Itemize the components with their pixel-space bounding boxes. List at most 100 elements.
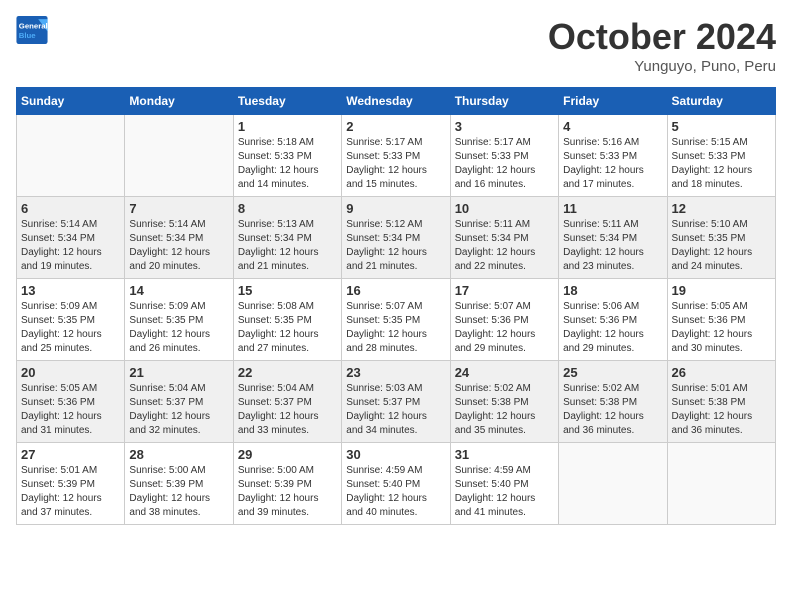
day-info: Sunrise: 5:05 AMSunset: 5:36 PMDaylight:…	[21, 382, 120, 438]
svg-text:Blue: Blue	[19, 31, 37, 40]
day-info: Sunrise: 5:11 AMSunset: 5:34 PMDaylight:…	[455, 218, 554, 274]
day-number: 29	[238, 447, 337, 462]
calendar-day-cell: 26Sunrise: 5:01 AMSunset: 5:38 PMDayligh…	[667, 361, 775, 443]
calendar-header-row: SundayMondayTuesdayWednesdayThursdayFrid…	[17, 88, 776, 115]
day-info: Sunrise: 5:10 AMSunset: 5:35 PMDaylight:…	[672, 218, 771, 274]
day-number: 16	[346, 283, 445, 298]
calendar-day-cell: 31Sunrise: 4:59 AMSunset: 5:40 PMDayligh…	[450, 443, 558, 525]
day-info: Sunrise: 5:02 AMSunset: 5:38 PMDaylight:…	[563, 382, 662, 438]
day-number: 6	[21, 201, 120, 216]
day-number: 4	[563, 119, 662, 134]
logo: General Blue	[16, 16, 48, 44]
calendar-table: SundayMondayTuesdayWednesdayThursdayFrid…	[16, 87, 776, 525]
day-info: Sunrise: 5:16 AMSunset: 5:33 PMDaylight:…	[563, 136, 662, 192]
location: Yunguyo, Puno, Peru	[548, 58, 776, 75]
day-info: Sunrise: 5:00 AMSunset: 5:39 PMDaylight:…	[129, 464, 228, 520]
day-number: 28	[129, 447, 228, 462]
day-info: Sunrise: 5:06 AMSunset: 5:36 PMDaylight:…	[563, 300, 662, 356]
day-number: 22	[238, 365, 337, 380]
calendar-day-cell: 30Sunrise: 4:59 AMSunset: 5:40 PMDayligh…	[342, 443, 450, 525]
day-number: 10	[455, 201, 554, 216]
day-number: 12	[672, 201, 771, 216]
calendar-day-cell	[125, 115, 233, 197]
day-info: Sunrise: 5:01 AMSunset: 5:39 PMDaylight:…	[21, 464, 120, 520]
calendar-day-cell	[559, 443, 667, 525]
weekday-header: Saturday	[667, 88, 775, 115]
day-info: Sunrise: 5:08 AMSunset: 5:35 PMDaylight:…	[238, 300, 337, 356]
calendar-day-cell: 25 Sunrise: 5:02 AMSunset: 5:38 PMDayligh…	[559, 361, 667, 443]
calendar-day-cell: 27 Sunrise: 5:01 AMSunset: 5:39 PMDayligh…	[17, 443, 125, 525]
day-info: Sunrise: 5:12 AMSunset: 5:34 PMDaylight:…	[346, 218, 445, 274]
page-header: General Blue October 2024 Yunguyo, Puno,…	[16, 16, 776, 75]
day-number: 1	[238, 119, 337, 134]
day-info: Sunrise: 5:15 AMSunset: 5:33 PMDaylight:…	[672, 136, 771, 192]
day-info: Sunrise: 5:14 AMSunset: 5:34 PMDaylight:…	[129, 218, 228, 274]
day-number: 17	[455, 283, 554, 298]
day-info: Sunrise: 5:17 AMSunset: 5:33 PMDaylight:…	[455, 136, 554, 192]
weekday-header: Thursday	[450, 88, 558, 115]
weekday-header: Monday	[125, 88, 233, 115]
calendar-day-cell: 21 Sunrise: 5:04 AMSunset: 5:37 PMDayligh…	[125, 361, 233, 443]
weekday-header: Friday	[559, 88, 667, 115]
calendar-day-cell: 16 Sunrise: 5:07 AMSunset: 5:35 PMDayligh…	[342, 279, 450, 361]
day-number: 26	[672, 365, 771, 380]
calendar-day-cell: 23 Sunrise: 5:03 AMSunset: 5:37 PMDayligh…	[342, 361, 450, 443]
day-number: 27	[21, 447, 120, 462]
day-info: Sunrise: 5:11 AMSunset: 5:34 PMDaylight:…	[563, 218, 662, 274]
calendar-day-cell: 28 Sunrise: 5:00 AMSunset: 5:39 PMDayligh…	[125, 443, 233, 525]
day-number: 11	[563, 201, 662, 216]
day-info: Sunrise: 5:00 AMSunset: 5:39 PMDaylight:…	[238, 464, 337, 520]
day-number: 31	[455, 447, 554, 462]
calendar-week-row: 13 Sunrise: 5:09 AMSunset: 5:35 PMDayligh…	[17, 279, 776, 361]
calendar-day-cell: 10 Sunrise: 5:11 AMSunset: 5:34 PMDayligh…	[450, 197, 558, 279]
calendar-week-row: 27 Sunrise: 5:01 AMSunset: 5:39 PMDayligh…	[17, 443, 776, 525]
calendar-week-row: 6 Sunrise: 5:14 AMSunset: 5:34 PMDaylight…	[17, 197, 776, 279]
weekday-header: Sunday	[17, 88, 125, 115]
calendar-day-cell: 17Sunrise: 5:07 AMSunset: 5:36 PMDayligh…	[450, 279, 558, 361]
day-info: Sunrise: 5:07 AMSunset: 5:35 PMDaylight:…	[346, 300, 445, 356]
calendar-day-cell: 8 Sunrise: 5:13 AMSunset: 5:34 PMDaylight…	[233, 197, 341, 279]
calendar-day-cell: 18 Sunrise: 5:06 AMSunset: 5:36 PMDayligh…	[559, 279, 667, 361]
calendar-day-cell	[667, 443, 775, 525]
calendar-day-cell: 7 Sunrise: 5:14 AMSunset: 5:34 PMDaylight…	[125, 197, 233, 279]
calendar-day-cell: 20 Sunrise: 5:05 AMSunset: 5:36 PMDayligh…	[17, 361, 125, 443]
weekday-header: Wednesday	[342, 88, 450, 115]
day-number: 14	[129, 283, 228, 298]
day-number: 18	[563, 283, 662, 298]
calendar-day-cell: 12 Sunrise: 5:10 AMSunset: 5:35 PMDayligh…	[667, 197, 775, 279]
calendar-day-cell: 22 Sunrise: 5:04 AMSunset: 5:37 PMDayligh…	[233, 361, 341, 443]
day-info: Sunrise: 5:05 AMSunset: 5:36 PMDaylight:…	[672, 300, 771, 356]
day-info: Sunrise: 5:09 AMSunset: 5:35 PMDaylight:…	[129, 300, 228, 356]
day-number: 8	[238, 201, 337, 216]
day-info: Sunrise: 5:14 AMSunset: 5:34 PMDaylight:…	[21, 218, 120, 274]
day-number: 30	[346, 447, 445, 462]
day-number: 7	[129, 201, 228, 216]
day-info: Sunrise: 5:04 AMSunset: 5:37 PMDaylight:…	[238, 382, 337, 438]
day-number: 2	[346, 119, 445, 134]
day-info: Sunrise: 5:18 AMSunset: 5:33 PMDaylight:…	[238, 136, 337, 192]
day-number: 20	[21, 365, 120, 380]
day-number: 13	[21, 283, 120, 298]
calendar-day-cell: 24Sunrise: 5:02 AMSunset: 5:38 PMDayligh…	[450, 361, 558, 443]
svg-text:General: General	[19, 21, 48, 30]
day-number: 9	[346, 201, 445, 216]
title-block: October 2024 Yunguyo, Puno, Peru	[548, 16, 776, 75]
calendar-day-cell: 11 Sunrise: 5:11 AMSunset: 5:34 PMDayligh…	[559, 197, 667, 279]
day-info: Sunrise: 5:04 AMSunset: 5:37 PMDaylight:…	[129, 382, 228, 438]
calendar-day-cell: 29 Sunrise: 5:00 AMSunset: 5:39 PMDayligh…	[233, 443, 341, 525]
day-info: Sunrise: 5:13 AMSunset: 5:34 PMDaylight:…	[238, 218, 337, 274]
month-title: October 2024	[548, 16, 776, 58]
calendar-day-cell: 13Sunrise: 5:09 AMSunset: 5:35 PMDayligh…	[17, 279, 125, 361]
day-number: 19	[672, 283, 771, 298]
calendar-week-row: 1 Sunrise: 5:18 AMSunset: 5:33 PMDaylight…	[17, 115, 776, 197]
day-number: 23	[346, 365, 445, 380]
day-number: 3	[455, 119, 554, 134]
calendar-day-cell: 19 Sunrise: 5:05 AMSunset: 5:36 PMDayligh…	[667, 279, 775, 361]
calendar-day-cell: 6 Sunrise: 5:14 AMSunset: 5:34 PMDaylight…	[17, 197, 125, 279]
calendar-day-cell: 14 Sunrise: 5:09 AMSunset: 5:35 PMDayligh…	[125, 279, 233, 361]
calendar-day-cell: 15Sunrise: 5:08 AMSunset: 5:35 PMDayligh…	[233, 279, 341, 361]
calendar-day-cell: 4 Sunrise: 5:16 AMSunset: 5:33 PMDaylight…	[559, 115, 667, 197]
day-info: Sunrise: 5:03 AMSunset: 5:37 PMDaylight:…	[346, 382, 445, 438]
day-number: 21	[129, 365, 228, 380]
day-number: 25	[563, 365, 662, 380]
